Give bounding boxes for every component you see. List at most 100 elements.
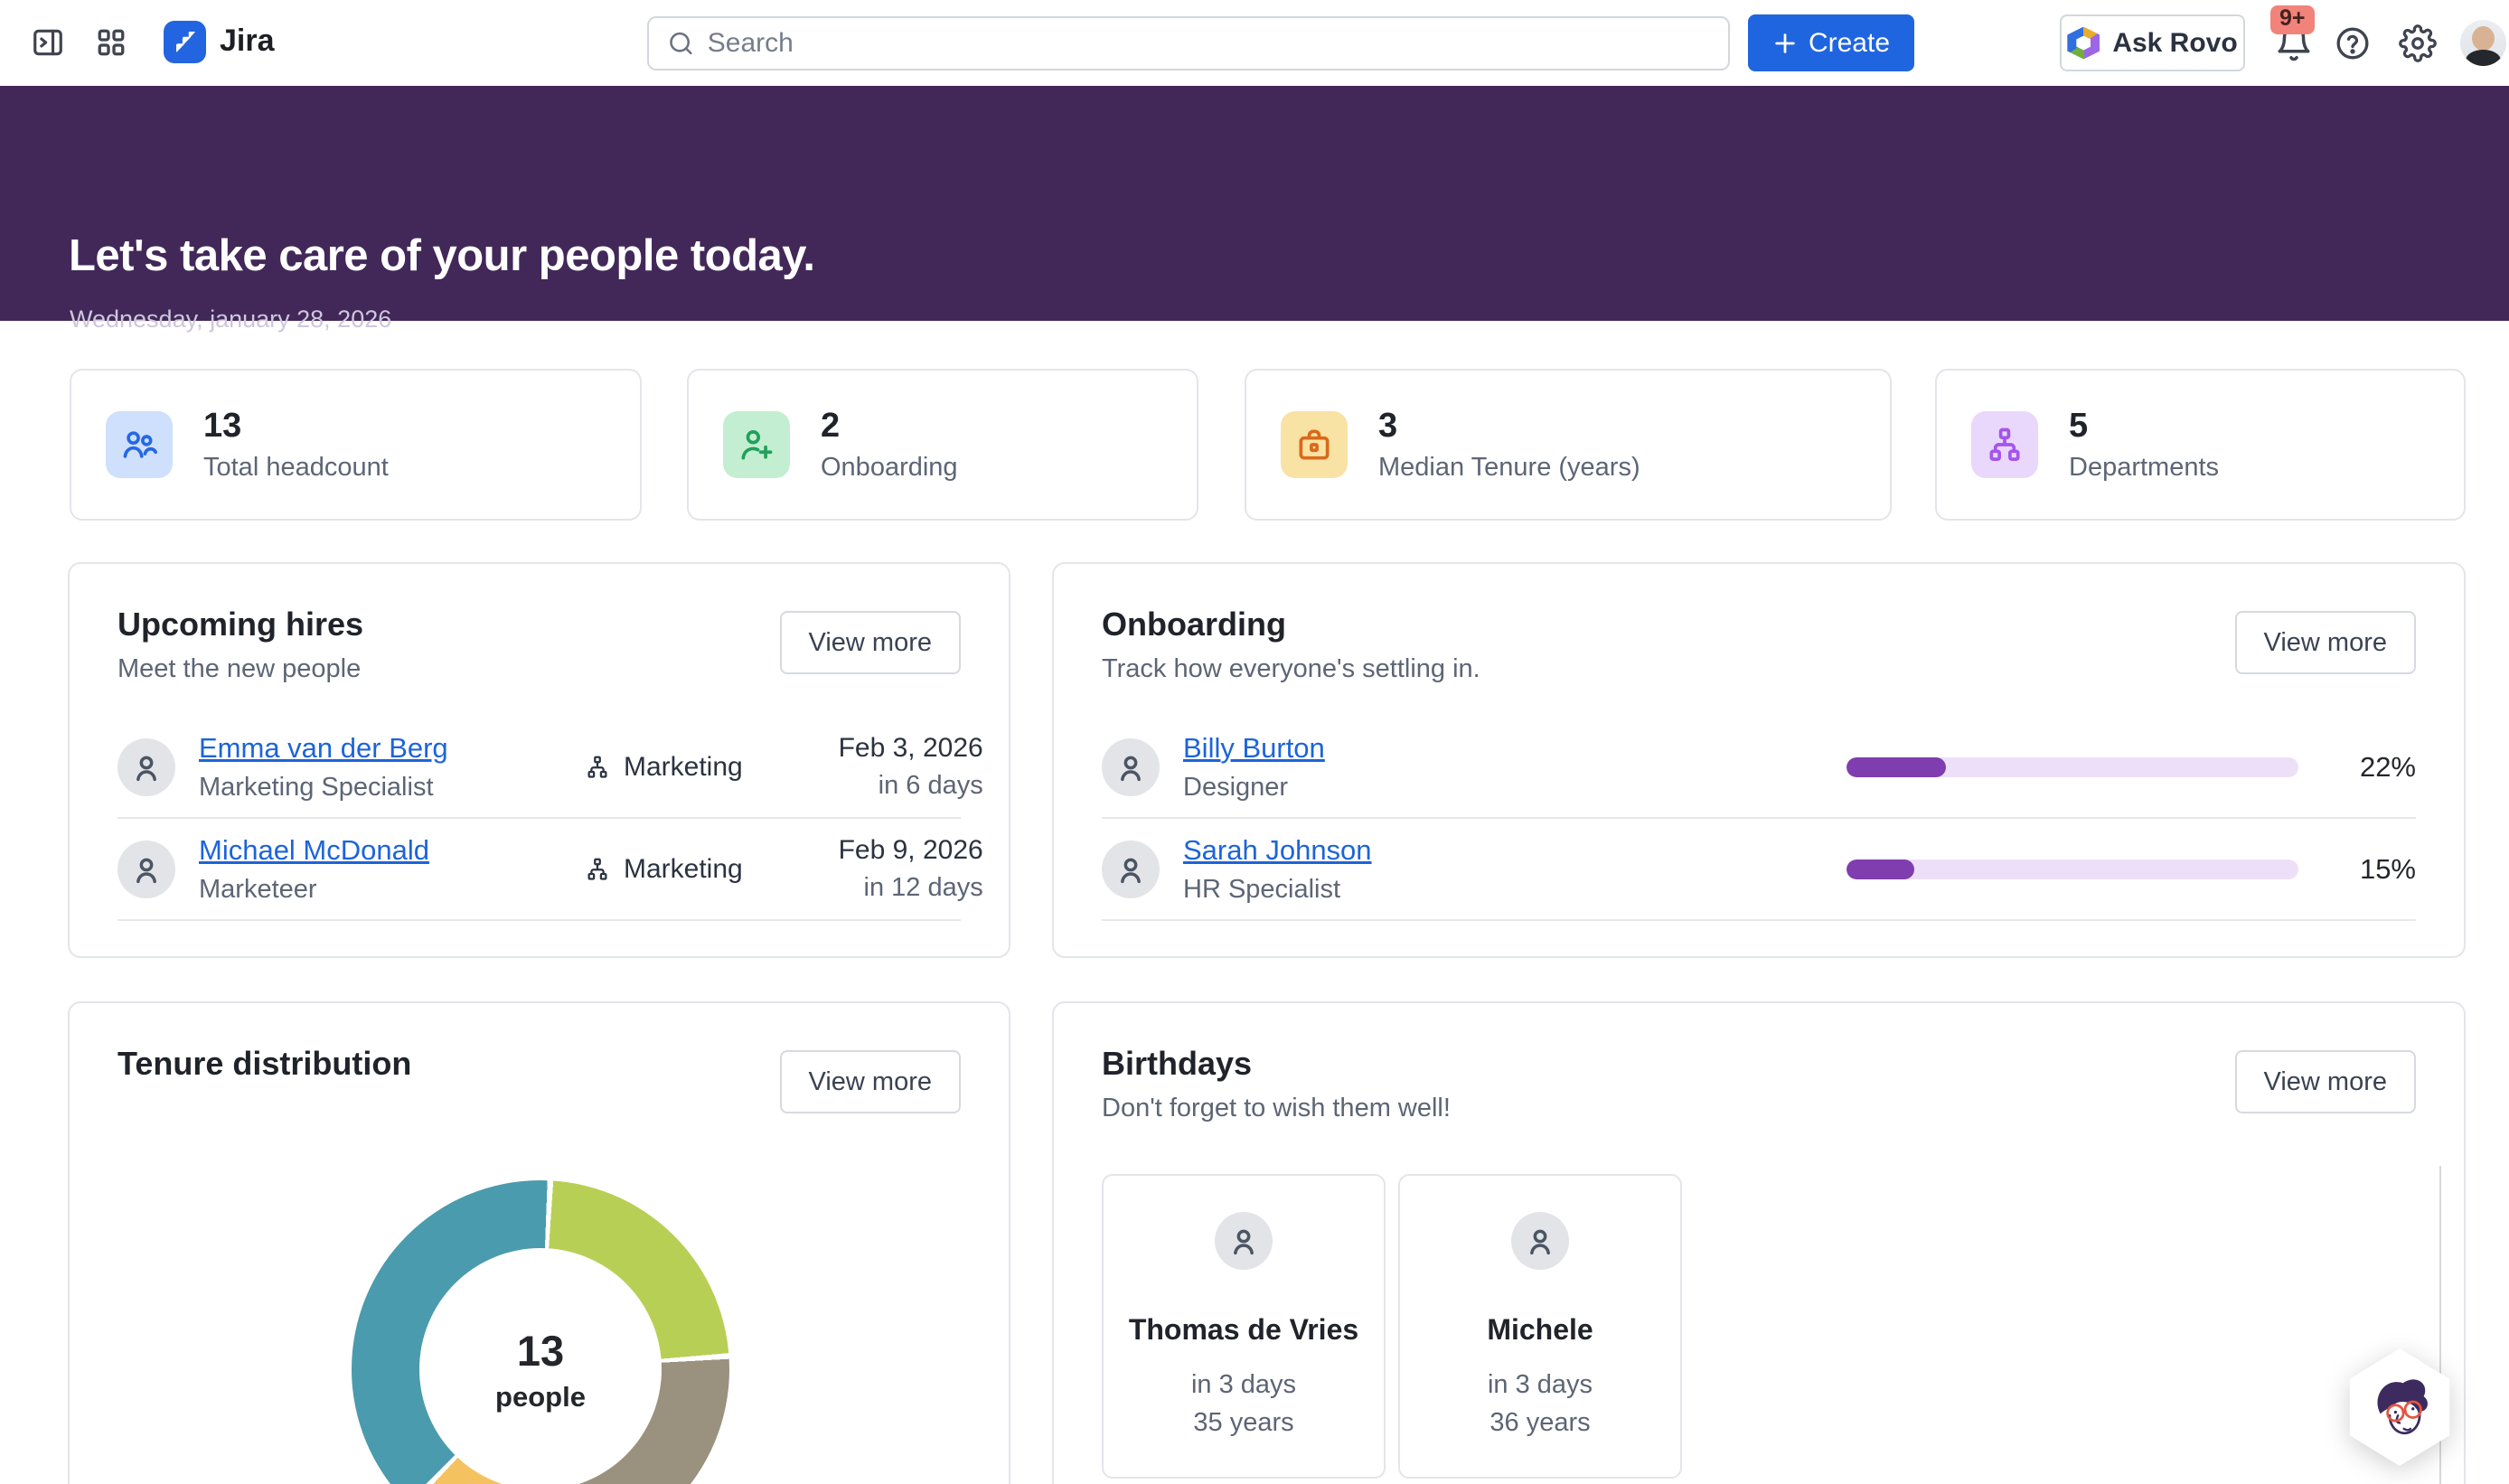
- onboarding-name-link[interactable]: Sarah Johnson: [1183, 834, 1372, 867]
- stat-text: 5 Departments: [2069, 407, 2219, 483]
- stat-card-onboarding[interactable]: 2 Onboarding: [687, 369, 1198, 521]
- onboarding-role: HR Specialist: [1183, 875, 1823, 905]
- app-grid-icon: [95, 26, 127, 59]
- birthdays-title: Birthdays: [1102, 1045, 2416, 1083]
- hire-identity: Emma van der Berg Marketing Specialist: [199, 732, 560, 803]
- stat-tile: [1971, 411, 2038, 478]
- onboarding-progress-bar: [1847, 757, 2298, 777]
- department-icon: [584, 856, 611, 883]
- avatar: [1102, 738, 1160, 796]
- stat-tile: [1281, 411, 1348, 478]
- onboarding-subtitle: Track how everyone's settling in.: [1102, 654, 2416, 684]
- search-input[interactable]: [708, 28, 1710, 59]
- onboarding-progress-percent: 15%: [2322, 853, 2416, 886]
- hire-department: Marketing: [584, 752, 743, 783]
- user-avatar[interactable]: [2460, 20, 2506, 66]
- hero-date: Wednesday, january 28, 2026: [70, 305, 391, 333]
- upcoming-hires-header: Upcoming hires Meet the new people View …: [70, 564, 1009, 684]
- stat-label: Median Tenure (years): [1378, 453, 1640, 483]
- onboarding-title: Onboarding: [1102, 606, 2416, 643]
- stat-value: 2: [821, 407, 958, 446]
- avatar: [117, 841, 175, 898]
- people-icon: [119, 425, 159, 465]
- birthday-card[interactable]: Thomas de Vries in 3 days 35 years: [1102, 1174, 1386, 1479]
- onboarding-progress-bar: [1847, 859, 2298, 879]
- stat-label: Onboarding: [821, 453, 958, 483]
- avatar: [1102, 841, 1160, 898]
- onboarding-row: Billy Burton Designer 22%: [1102, 717, 2416, 819]
- onboarding-role: Designer: [1183, 773, 1823, 803]
- settings-button[interactable]: [2399, 24, 2437, 62]
- hire-identity: Michael McDonald Marketeer: [199, 834, 560, 905]
- jira-people-dashboard: Jira Create Ask Rovo 9+: [0, 0, 2509, 1484]
- stat-value: 5: [2069, 407, 2219, 446]
- global-search[interactable]: [647, 16, 1730, 70]
- birthdays-subtitle: Don't forget to wish them well!: [1102, 1094, 2416, 1123]
- ask-rovo-button[interactable]: Ask Rovo: [2060, 14, 2245, 71]
- rovo-chat-bubble-button[interactable]: [2345, 1348, 2454, 1466]
- hire-department-label: Marketing: [624, 752, 743, 783]
- birthdays-card: Birthdays Don't forget to wish them well…: [1052, 1001, 2466, 1484]
- jira-logo-icon: [172, 29, 199, 56]
- gear-icon: [2399, 24, 2437, 62]
- app-name: Jira: [220, 23, 275, 59]
- onboarding-identity: Billy Burton Designer: [1183, 732, 1823, 803]
- top-navigation-bar: Jira Create Ask Rovo 9+: [0, 0, 2509, 86]
- app-switcher-button[interactable]: [95, 26, 127, 59]
- avatar: [117, 738, 175, 796]
- stat-card-departments[interactable]: 5 Departments: [1935, 369, 2466, 521]
- tenure-view-more-button[interactable]: View more: [780, 1050, 961, 1113]
- search-icon: [667, 29, 695, 58]
- notifications-button[interactable]: 9+: [2274, 23, 2314, 63]
- tenure-donut: 13 people: [352, 1180, 729, 1484]
- tenure-total-label: people: [495, 1381, 586, 1414]
- rovo-logo-icon: [2067, 27, 2100, 60]
- birthdays-list: Thomas de Vries in 3 days 35 years Miche…: [1054, 1174, 2464, 1479]
- hire-name-link[interactable]: Emma van der Berg: [199, 732, 448, 765]
- stat-tile: [106, 411, 173, 478]
- upcoming-hires-view-more-button[interactable]: View more: [780, 611, 961, 674]
- hero-title: Let's take care of your people today.: [69, 230, 814, 281]
- onboarding-identity: Sarah Johnson HR Specialist: [1183, 834, 1823, 905]
- help-button[interactable]: [2335, 25, 2371, 61]
- hire-role: Marketeer: [199, 875, 560, 905]
- sidebar-toggle-button[interactable]: [31, 25, 65, 60]
- rovo-chat-hexagon: [2345, 1348, 2454, 1466]
- hire-date-relative: in 12 days: [766, 873, 983, 903]
- rovo-agent-face-icon: [2358, 1366, 2441, 1449]
- stat-text: 3 Median Tenure (years): [1378, 407, 1640, 483]
- hero-banner: Let's take care of your people today. We…: [0, 86, 2509, 321]
- briefcase-icon: [1294, 425, 1334, 465]
- stat-card-total-headcount[interactable]: 13 Total headcount: [70, 369, 642, 521]
- tenure-donut-center: 13 people: [419, 1248, 662, 1484]
- person-icon: [128, 851, 164, 888]
- stat-value: 3: [1378, 407, 1640, 446]
- create-button-label: Create: [1809, 28, 1890, 59]
- birthday-when: in 3 days 36 years: [1488, 1366, 1593, 1442]
- birthday-relative: in 3 days: [1191, 1366, 1296, 1404]
- onboarding-progress-fill: [1847, 859, 1914, 879]
- stat-text: 13 Total headcount: [203, 407, 389, 483]
- stat-card-median-tenure[interactable]: 3 Median Tenure (years): [1245, 369, 1892, 521]
- onboarding-name-link[interactable]: Billy Burton: [1183, 732, 1325, 765]
- org-chart-icon: [1985, 425, 2025, 465]
- birthday-age: 35 years: [1191, 1404, 1296, 1442]
- jira-logo[interactable]: [164, 21, 206, 63]
- hire-row: Michael McDonald Marketeer Marketing Feb…: [117, 819, 961, 921]
- birthday-name: Thomas de Vries: [1129, 1293, 1358, 1366]
- birthdays-view-more-button[interactable]: View more: [2235, 1050, 2416, 1113]
- birthday-age: 36 years: [1488, 1404, 1593, 1442]
- upcoming-hires-list: Emma van der Berg Marketing Specialist M…: [70, 717, 1009, 921]
- hire-start-date: Feb 9, 2026 in 12 days: [766, 835, 983, 903]
- onboarding-header: Onboarding Track how everyone's settling…: [1054, 564, 2464, 684]
- avatar: [1215, 1212, 1273, 1270]
- onboarding-view-more-button[interactable]: View more: [2235, 611, 2416, 674]
- hire-role: Marketing Specialist: [199, 773, 560, 803]
- birthdays-header: Birthdays Don't forget to wish them well…: [1054, 1003, 2464, 1123]
- create-button[interactable]: Create: [1748, 14, 1914, 71]
- tenure-total: 13: [517, 1326, 564, 1376]
- sidebar-toggle-icon: [31, 25, 65, 60]
- birthday-card[interactable]: Michele in 3 days 36 years: [1398, 1174, 1682, 1479]
- upcoming-hires-card: Upcoming hires Meet the new people View …: [68, 562, 1010, 958]
- hire-name-link[interactable]: Michael McDonald: [199, 834, 429, 867]
